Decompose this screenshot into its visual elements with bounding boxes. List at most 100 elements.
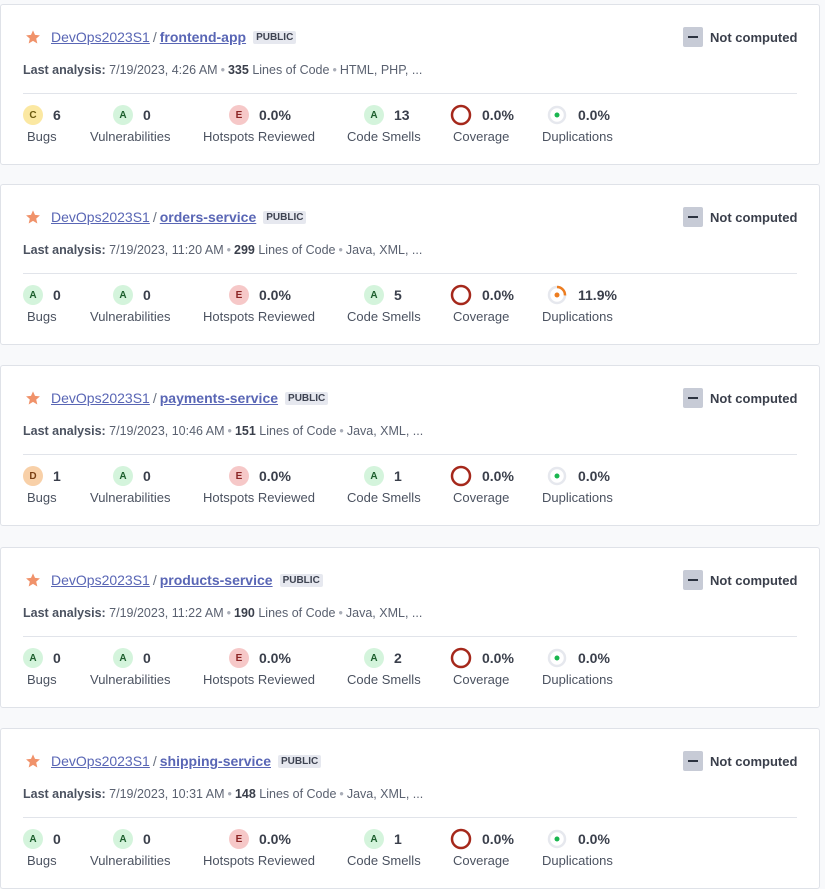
hotspots-value: 0.0% [259,650,291,666]
organization-link[interactable]: DevOps2023S1 [51,390,150,406]
star-icon[interactable] [25,572,41,588]
vulnerabilities-metric[interactable]: A0 Vulnerabilities [90,105,170,144]
duplications-ring-icon [547,466,567,486]
hotspots-value: 0.0% [259,468,291,484]
quality-gate-status: Not computed [683,388,797,408]
bugs-metric[interactable]: A0 Bugs [23,648,61,687]
last-analysis-label: Last analysis: [23,787,106,801]
coverage-ring-icon [450,284,472,306]
separator-slash: / [152,29,157,45]
bugs-value: 6 [53,107,61,123]
code-smells-label: Code Smells [347,129,421,144]
organization-link[interactable]: DevOps2023S1 [51,572,150,588]
hotspots-metric[interactable]: E 0.0% Hotspots Reviewed [203,829,315,868]
coverage-metric[interactable]: 0.0% Coverage [450,284,514,324]
code-smells-metric[interactable]: A2 Code Smells [347,648,421,687]
duplications-label: Duplications [542,672,613,687]
project-title: DevOps2023S1/orders-service PUBLIC [51,209,307,225]
lines-of-code-label: Lines of Code [258,606,336,620]
vulnerabilities-label: Vulnerabilities [90,490,171,505]
bugs-metric[interactable]: A0 Bugs [23,829,61,868]
project-link[interactable]: frontend-app [160,29,246,45]
bugs-value: 0 [53,287,61,303]
organization-link[interactable]: DevOps2023S1 [51,753,150,769]
vulnerabilities-label: Vulnerabilities [90,853,171,868]
vulnerabilities-metric[interactable]: A0 Vulnerabilities [90,466,170,505]
star-icon[interactable] [25,209,41,225]
vulnerabilities-value: 0 [143,468,151,484]
vulnerabilities-metric[interactable]: A0 Vulnerabilities [90,829,170,868]
project-link[interactable]: payments-service [160,390,278,406]
project-title: DevOps2023S1/frontend-app PUBLIC [51,29,297,45]
languages: Java, XML, ... [345,243,423,257]
code-smells-value: 1 [394,831,402,847]
hotspots-value: 0.0% [259,107,291,123]
hotspots-metric[interactable]: E 0.0% Hotspots Reviewed [203,285,315,324]
visibility-badge: PUBLIC [279,574,323,587]
star-icon[interactable] [25,29,41,45]
duplications-label: Duplications [542,309,613,324]
vulnerabilities-rating-badge: A [113,648,133,668]
project-link[interactable]: shipping-service [160,753,271,769]
visibility-badge: PUBLIC [263,211,307,224]
organization-link[interactable]: DevOps2023S1 [51,29,150,45]
code-smells-metric[interactable]: A 13 Code Smells [347,105,421,144]
code-smells-metric[interactable]: A5 Code Smells [347,285,421,324]
duplications-ring-icon [547,105,567,125]
coverage-label: Coverage [453,309,510,324]
bugs-metric[interactable]: C6 Bugs [23,105,61,144]
vulnerabilities-rating-badge: A [113,105,133,125]
bugs-value: 0 [53,650,61,666]
bugs-metric[interactable]: A0 Bugs [23,285,61,324]
code-smells-rating-badge: A [364,105,384,125]
languages: Java, XML, ... [346,424,424,438]
last-analysis-date: 7/19/2023, 11:22 AM [109,606,224,620]
project-link[interactable]: orders-service [160,209,257,225]
code-smells-metric[interactable]: A1 Code Smells [347,829,421,868]
coverage-metric[interactable]: 0.0% Coverage [450,828,514,868]
duplications-value: 0.0% [578,107,610,123]
last-analysis: Last analysis: 7/19/2023, 11:22 AM • 190 L… [23,606,422,620]
separator-slash: / [152,572,157,588]
duplications-label: Duplications [542,129,613,144]
code-smells-value: 13 [394,107,410,123]
vulnerabilities-metric[interactable]: A0 Vulnerabilities [90,648,170,687]
star-icon[interactable] [25,753,41,769]
vulnerabilities-metric[interactable]: A0 Vulnerabilities [90,285,170,324]
coverage-metric[interactable]: 0.0% Coverage [450,647,514,687]
card-divider [23,636,797,637]
quality-gate-status: Not computed [683,27,797,47]
duplications-metric[interactable]: 0.0% Duplications [542,829,613,868]
last-analysis-label: Last analysis: [23,606,106,620]
duplications-metric[interactable]: 0.0% Duplications [542,105,613,144]
hotspots-metric[interactable]: E 0.0% Hotspots Reviewed [203,105,315,144]
coverage-metric[interactable]: 0.0% Coverage [450,465,514,505]
vulnerabilities-label: Vulnerabilities [90,672,171,687]
duplications-metric[interactable]: 11.9% Duplications [542,285,617,324]
vulnerabilities-rating-badge: A [113,829,133,849]
organization-link[interactable]: DevOps2023S1 [51,209,150,225]
code-smells-metric[interactable]: A1 Code Smells [347,466,421,505]
quality-gate-label: Not computed [710,390,798,406]
quality-gate-label: Not computed [710,29,798,45]
lines-of-code-count: 335 [227,63,249,77]
project-card: DevOps2023S1/orders-service PUBLIC Not co… [0,184,820,345]
minus-icon [683,570,703,590]
duplications-dot [554,655,560,661]
card-divider [23,93,797,94]
duplications-metric[interactable]: 0.0% Duplications [542,466,613,505]
hotspots-rating-badge: E [229,466,249,486]
hotspots-label: Hotspots Reviewed [203,490,315,505]
last-analysis-date: 7/19/2023, 11:20 AM [109,243,224,257]
coverage-ring-icon [450,465,472,487]
bugs-rating-badge: A [23,285,43,305]
hotspots-metric[interactable]: E 0.0% Hotspots Reviewed [203,466,315,505]
coverage-metric[interactable]: 0.0% Coverage [450,104,514,144]
star-icon[interactable] [25,390,41,406]
project-link[interactable]: products-service [160,572,273,588]
last-analysis-date: 7/19/2023, 10:46 AM [109,424,225,438]
duplications-dot [554,292,560,298]
duplications-metric[interactable]: 0.0% Duplications [542,648,613,687]
bugs-metric[interactable]: D1 Bugs [23,466,61,505]
hotspots-metric[interactable]: E 0.0% Hotspots Reviewed [203,648,315,687]
